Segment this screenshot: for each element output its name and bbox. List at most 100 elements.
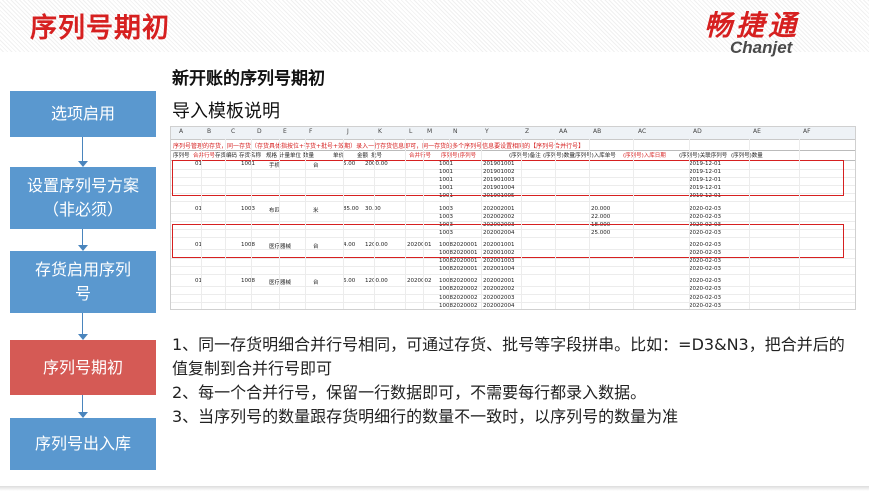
column-letter: C [231, 128, 236, 135]
grid-line [521, 139, 522, 309]
column-letter: AD [693, 128, 702, 135]
column-letter: J [347, 128, 349, 135]
column-letter: F [309, 128, 313, 135]
template-spreadsheet: A B C D E F J K L M N Y Z AA AB AC AD AE AF 序列号管理的存货，同一存货（… [170, 126, 856, 310]
grid-line [225, 139, 226, 309]
instruction-list: 1、同一存货明细合并行号相同，可通过存货、批号等字段拼串。比如：=D3&N3，把… [172, 333, 857, 429]
table-cell: 202002001 [483, 278, 515, 285]
template-note: 序列号管理的存货，同一存货（存货具体指按位+存货+批号+效期）录入一行存货信息即… [173, 143, 585, 150]
table-cell: 202001004 [483, 266, 515, 273]
grid-line [749, 139, 750, 309]
table-cell: 2020-02-03 [689, 205, 721, 212]
slide-title: 序列号期初 [30, 13, 170, 44]
table-cell: 1003 [241, 205, 255, 212]
column-letter: K [378, 128, 382, 135]
field-header: 序列号(序列号 [441, 153, 477, 159]
step-options-enable[interactable]: 选项启用 [10, 91, 156, 137]
subsection-heading: 导入模板说明 [172, 101, 280, 122]
grid-line [251, 139, 252, 309]
field-header: 批号 [371, 153, 383, 159]
field-header: (序列号)入库日期 [623, 153, 666, 159]
grid-line [689, 139, 690, 309]
column-letter: AC [638, 128, 647, 135]
table-cell: 202002002 [483, 213, 515, 220]
highlight-box-1 [172, 160, 844, 196]
column-letter: A [179, 128, 184, 135]
grid-line [279, 139, 280, 309]
step-inventory-serial-enable[interactable]: 存货启用序列号 [10, 251, 156, 313]
column-letter: Y [485, 128, 489, 135]
grid-line [305, 139, 306, 309]
table-cell: 2020-02-03 [689, 286, 721, 293]
step-serial-in-out[interactable]: 序列号出入库 [10, 418, 156, 470]
table-cell: 医疗器械 [269, 280, 292, 287]
table-cell: 1003 [439, 205, 453, 212]
table-cell: 10082020002 [439, 286, 478, 293]
grid-line [374, 139, 375, 309]
table-cell: 台 [313, 280, 319, 287]
table-cell: 10082020001 [439, 266, 478, 273]
column-letter: D [257, 128, 262, 135]
table-cell: 20.000 [591, 205, 611, 212]
grid-line [555, 139, 556, 309]
table-cell: 85.00 [343, 205, 359, 212]
column-letter: AE [753, 128, 761, 135]
field-header: 金额 [357, 153, 369, 159]
table-cell: 30.00 [365, 205, 381, 212]
instruction-item: 1、同一存货明细合并行号相同，可通过存货、批号等字段拼串。比如：=D3&N3，把… [172, 335, 845, 378]
table-cell: 2020-02-03 [689, 302, 721, 309]
instruction-item: 2、每一个合并行号，保留一行数据即可，不需要每行都录入数据。 [172, 383, 647, 402]
slide-bottom-edge [0, 486, 869, 491]
field-header: (序列号)数量 [543, 153, 575, 159]
table-row: 10082020001 202001004 2020-02-03 [171, 266, 855, 275]
section-heading: 新开账的序列号期初 [172, 69, 325, 89]
brand-logo-en: Chanjet [730, 38, 793, 57]
table-cell: 10082020002 [439, 278, 478, 285]
grid-line [589, 139, 590, 309]
column-letter: AA [559, 128, 568, 135]
grid-line [423, 139, 424, 309]
table-cell: 米 [313, 207, 319, 214]
table-cell: 2020-02-03 [689, 294, 721, 301]
column-letter: AF [803, 128, 811, 135]
table-cell: 10082020001 [439, 258, 478, 265]
step-serial-opening[interactable]: 序列号期初 [10, 340, 156, 395]
field-header: (序列号)入库单号 [573, 153, 616, 159]
column-letter: AB [593, 128, 602, 135]
flow-arrow [82, 137, 83, 164]
highlight-box-2 [172, 224, 844, 258]
field-header: 计量单位 [279, 153, 302, 159]
grid-line [633, 139, 634, 309]
field-header: (序列号)备注 [509, 153, 541, 159]
column-letter: L [409, 128, 413, 135]
grid-line [449, 139, 450, 309]
table-cell: 202002003 [483, 294, 515, 301]
table-cell: 202002001 [483, 205, 515, 212]
table-cell: 202002004 [483, 302, 515, 309]
table-cell: 202002002 [483, 286, 515, 293]
grid-line [799, 139, 800, 309]
table-cell: 1003 [439, 213, 453, 220]
table-cell: 2020-02-03 [689, 278, 721, 285]
column-letter: B [207, 128, 212, 135]
column-letter: N [453, 128, 458, 135]
table-cell: 2020-02-03 [689, 213, 721, 220]
column-header-bar: A B C D E F J K L M N Y Z AA AB AC AD AE AF [171, 127, 855, 140]
table-cell: 6.00 [343, 278, 356, 285]
field-header: 合并行号 [193, 153, 216, 159]
field-header: 存货编码 [215, 153, 238, 159]
column-letter: E [283, 128, 287, 135]
column-letter: Z [525, 128, 530, 135]
table-cell: 1200.00 [365, 278, 388, 285]
field-header: (序列号)关联序列号 [679, 153, 728, 159]
field-header: 规格 [266, 153, 278, 159]
table-cell: 22.000 [591, 213, 611, 220]
grid-line [343, 139, 344, 309]
step-serial-scheme[interactable]: 设置序列号方案（非必须） [10, 167, 156, 229]
table-cell: 2020-02-03 [689, 258, 721, 265]
column-letter: M [427, 128, 433, 135]
slide: 序列号期初 畅捷通 Chanjet 新开账的序列号期初 导入模板说明 选项启用 … [0, 0, 869, 491]
table-cell: 2020002 [407, 278, 432, 285]
grid-line [201, 139, 202, 309]
grid-line [481, 139, 482, 309]
